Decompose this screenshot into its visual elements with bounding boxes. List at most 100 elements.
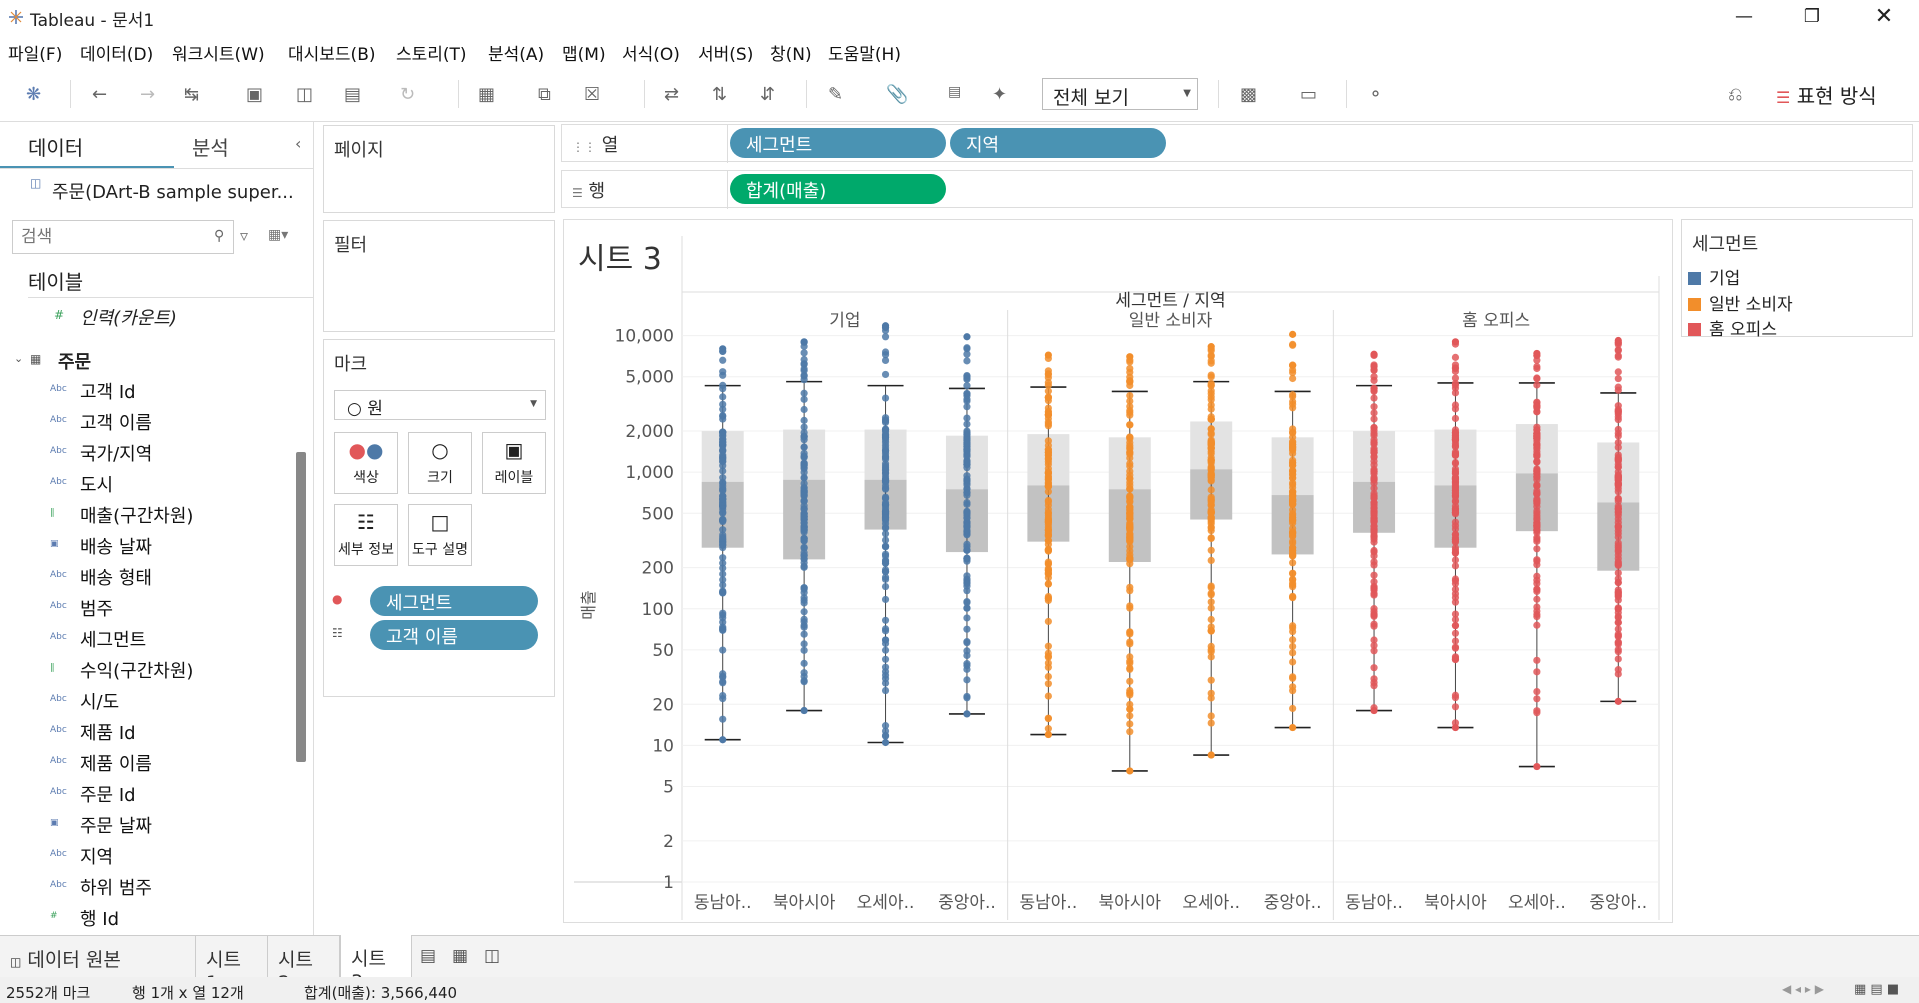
menu-window[interactable]: 창(N): [770, 40, 812, 65]
show-cards-icon[interactable]: ▩: [1240, 84, 1257, 105]
tab-sheet-2[interactable]: 시트 2: [268, 936, 340, 994]
field-item[interactable]: 지역: [80, 843, 113, 869]
filter-icon[interactable]: ▿: [240, 226, 248, 245]
format-painter-icon[interactable]: ⎌: [1728, 84, 1742, 105]
filters-card[interactable]: 필터: [323, 220, 555, 332]
undo-icon[interactable]: ←: [92, 84, 107, 105]
field-item[interactable]: 매출(구간차원): [80, 502, 193, 528]
menu-bar: 파일(F) 데이터(D) 워크시트(W) 대시보드(B) 스토리(T) 분석(A…: [0, 34, 1919, 66]
save-icon[interactable]: ▣: [246, 84, 263, 105]
minimize-icon[interactable]: —: [1722, 4, 1766, 30]
field-item[interactable]: 제품 Id: [80, 719, 136, 745]
field-item[interactable]: 주문 Id: [80, 781, 136, 807]
view-layout-icon[interactable]: ▦ ▤ ■: [1854, 982, 1899, 997]
presentation-mode-icon[interactable]: ▭: [1300, 84, 1317, 105]
field-item[interactable]: 도시: [80, 471, 113, 497]
tab-datasource[interactable]: ◫ 데이터 원본: [0, 936, 196, 978]
row-pill-sum-sales[interactable]: 합계(매출): [730, 174, 946, 204]
swap-rows-columns-icon[interactable]: ⇄: [664, 84, 679, 105]
new-sheet-icon[interactable]: ▦: [478, 84, 495, 105]
redo-icon[interactable]: →: [140, 84, 155, 105]
view-options-icon[interactable]: ▦▾: [268, 227, 288, 243]
menu-worksheet[interactable]: 워크시트(W): [172, 40, 265, 65]
field-item[interactable]: 행 Id: [80, 905, 119, 931]
color-legend[interactable]: 세그먼트 기업 일반 소비자 홈 오피스: [1681, 219, 1913, 340]
field-item[interactable]: 배송 날짜: [80, 533, 152, 559]
tableau-home-icon[interactable]: ❋: [26, 84, 41, 105]
field-item[interactable]: 제품 이름: [80, 750, 152, 776]
tab-sheet-1[interactable]: 시트 1: [196, 936, 268, 994]
field-count[interactable]: 인력(카운트): [80, 304, 177, 330]
group-icon[interactable]: 📎: [886, 84, 908, 105]
show-labels-icon[interactable]: ▤: [948, 84, 961, 100]
new-dashboard-icon[interactable]: ▦: [452, 946, 468, 966]
page-nav-icon[interactable]: ◀ ◂ ▸ ▶: [1782, 982, 1824, 996]
rows-shelf[interactable]: ☰ 행 합계(매출): [561, 170, 1913, 209]
restore-icon[interactable]: ❐: [1790, 4, 1834, 30]
size-button[interactable]: ○ 크기: [408, 432, 472, 494]
table-name[interactable]: 주문: [58, 348, 91, 374]
field-item[interactable]: 범주: [80, 595, 113, 621]
field-item[interactable]: 고객 이름: [80, 409, 152, 435]
collapse-pane-icon[interactable]: ‹: [295, 134, 301, 153]
field-item[interactable]: 세그먼트: [80, 626, 146, 652]
highlight-icon[interactable]: ✎: [828, 84, 843, 105]
new-sheet-icon[interactable]: ▤: [420, 946, 436, 966]
datasource-name[interactable]: 주문(DArt-B sample super...: [52, 178, 294, 204]
field-item[interactable]: 국가/지역: [80, 440, 152, 466]
pause-update-icon[interactable]: ▤: [344, 84, 361, 105]
box-plot-chart[interactable]: 세그먼트 / 지역 1 2 5 10 20 50 100 200 500 1,000 2,000 5,0…: [564, 220, 1670, 920]
tab-sheet-3[interactable]: 시트 3: [340, 935, 412, 993]
worksheet-view[interactable]: 시트 3 세그먼트 / 지역 1 2 5 10 20 50 100 200 500 1,000 2,0…: [563, 219, 1673, 923]
pages-card[interactable]: 페이지: [323, 125, 555, 213]
tab-data[interactable]: 데이터: [28, 132, 83, 161]
menu-analysis[interactable]: 분석(A): [488, 40, 544, 65]
field-type-icon: Abc: [50, 849, 67, 859]
column-pill-region[interactable]: 지역: [950, 128, 1166, 158]
menu-data[interactable]: 데이터(D): [80, 40, 153, 65]
field-item[interactable]: 수익(구간차원): [80, 657, 193, 683]
menu-server[interactable]: 서버(S): [698, 40, 753, 65]
new-datasource-icon[interactable]: ◫: [296, 84, 313, 105]
view-size-select[interactable]: 전체 보기 ▼: [1042, 78, 1198, 110]
menu-file[interactable]: 파일(F): [8, 40, 62, 65]
swap-icon[interactable]: ↹: [184, 84, 199, 105]
color-button[interactable]: ●● 색상: [334, 432, 398, 494]
close-icon[interactable]: ✕: [1862, 4, 1906, 30]
legend-item[interactable]: 홈 오피스: [1688, 315, 1777, 340]
sort-ascending-icon[interactable]: ⇅: [712, 84, 727, 105]
menu-map[interactable]: 맵(M): [562, 40, 606, 65]
legend-item[interactable]: 기업: [1688, 264, 1740, 289]
menu-dashboard[interactable]: 대시보드(B): [288, 40, 376, 65]
legend-item[interactable]: 일반 소비자: [1688, 290, 1793, 315]
expand-table-icon[interactable]: ⌄: [14, 352, 23, 365]
label-button[interactable]: ▣ 레이블: [482, 432, 546, 494]
tab-analysis[interactable]: 분석: [192, 132, 229, 161]
share-icon[interactable]: ⚬: [1368, 84, 1383, 105]
tooltip-button[interactable]: □ 도구 설명: [408, 504, 472, 566]
field-item[interactable]: 배송 형태: [80, 564, 152, 590]
sort-descending-icon[interactable]: ⇵: [760, 84, 775, 105]
detail-button[interactable]: ☷ 세부 정보: [334, 504, 398, 566]
data-point: [1451, 522, 1460, 530]
refresh-icon[interactable]: ↻: [400, 84, 415, 105]
new-story-icon[interactable]: ◫: [484, 946, 500, 966]
menu-story[interactable]: 스토리(T): [396, 40, 467, 65]
field-item[interactable]: 하위 범주: [80, 874, 152, 900]
column-pill-segment[interactable]: 세그먼트: [730, 128, 946, 158]
scrollbar-thumb[interactable]: [296, 452, 306, 762]
mark-type-select[interactable]: ○ 원 ▼: [334, 390, 546, 420]
columns-shelf[interactable]: ⋮⋮ 열 세그먼트 지역: [561, 124, 1913, 163]
show-me-button[interactable]: ☰ 표현 방식: [1776, 80, 1877, 109]
menu-help[interactable]: 도움말(H): [828, 40, 901, 65]
mark-pill-customer-name[interactable]: 고객 이름: [370, 620, 538, 650]
field-item[interactable]: 시/도: [80, 688, 119, 714]
menu-format[interactable]: 서식(O): [622, 40, 680, 65]
field-item[interactable]: 고객 Id: [80, 378, 136, 404]
clear-sheet-icon[interactable]: ☒: [584, 84, 600, 105]
field-item[interactable]: 주문 날짜: [80, 812, 152, 838]
fix-axes-icon[interactable]: ✦: [992, 84, 1007, 105]
search-input[interactable]: [12, 220, 234, 254]
mark-pill-segment[interactable]: 세그먼트: [370, 586, 538, 616]
duplicate-sheet-icon[interactable]: ⧉: [538, 84, 551, 105]
